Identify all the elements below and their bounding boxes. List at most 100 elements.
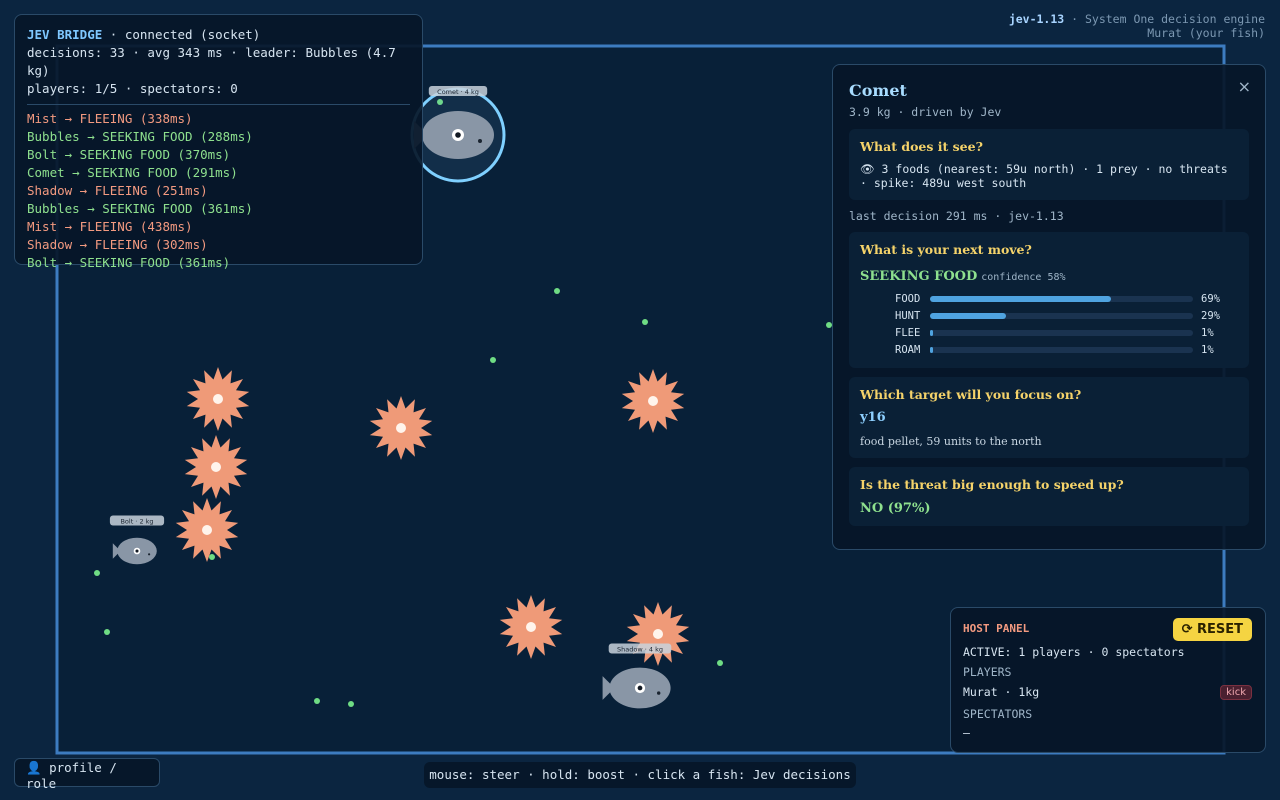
event-log-item: Bolt → SEEKING FOOD (361ms) (27, 255, 231, 270)
probability-row-hunt: HUNT 29% (895, 307, 1238, 324)
fish-pupil (135, 549, 139, 553)
controls-hint: mouse: steer · hold: boost · click a fis… (424, 762, 856, 788)
event-log-item: Shadow → FLEEING (302ms) (27, 237, 208, 252)
event-log: Mist → FLEEING (338ms) Bubbles → SEEKING … (27, 110, 410, 272)
event-log-item: Comet → SEEKING FOOD (291ms) (27, 165, 238, 180)
probability-fill (930, 329, 933, 336)
probability-value: 29% (1201, 309, 1220, 322)
event-log-item: Mist → FLEEING (438ms) (27, 219, 193, 234)
eye-icon: 👁 (860, 162, 875, 176)
last-decision: last decision 291 ms · jev-1.13 (849, 209, 1064, 223)
engine-name: · System One decision engine (1064, 12, 1265, 26)
move-decision: SEEKING FOOD (860, 269, 978, 284)
probability-label: ROAM (895, 343, 921, 356)
reset-button[interactable]: ⟳ RESET (1172, 618, 1252, 641)
fish-label: Comet · 4 kg (437, 88, 479, 96)
fish-comet[interactable]: Comet · 4 kg (410, 86, 506, 183)
target-id: y16 (860, 410, 886, 425)
probability-fill (930, 312, 1007, 319)
food-pellet (642, 319, 648, 325)
spike-core (648, 396, 658, 406)
event-log-item: Bubbles → SEEKING FOOD (288ms) (27, 129, 253, 144)
bridge-stats: decisions: 33 · avg 343 ms · leader: Bub… (27, 45, 396, 78)
target-description: food pellet, 59 units to the north (860, 435, 1042, 448)
fish-name: Comet (849, 81, 907, 100)
probability-label: FLEE (895, 326, 921, 339)
probability-track (930, 346, 1193, 353)
bridge-panel: JEV BRIDGE · connected (socket) decision… (14, 14, 423, 270)
move-card: What is your next move? SEEKING FOOD conf… (849, 232, 1249, 368)
fish-pupil (637, 685, 643, 691)
host-active: ACTIVE: 1 players · 0 spectators (963, 645, 1185, 659)
food-pellet (348, 701, 354, 707)
threat-answer: NO (97%) (860, 501, 931, 516)
fish-mouth (478, 139, 482, 143)
fish-label: Shadow · 4 kg (617, 646, 663, 654)
target-question: Which target will you focus on? (860, 387, 1082, 402)
move-confidence: confidence 58% (981, 272, 1066, 283)
event-log-item: Mist → FLEEING (338ms) (27, 111, 193, 126)
spike-core (211, 462, 221, 472)
engine-header: jev-1.13 · System One decision engine Mu… (1009, 12, 1265, 40)
spike-core (396, 423, 406, 433)
probability-row-roam: ROAM 1% (895, 341, 1238, 358)
fish-mouth (148, 553, 151, 556)
bridge-players: players: 1/5 · spectators: 0 (27, 81, 238, 96)
spike-core (653, 629, 663, 639)
probability-track (930, 329, 1193, 336)
fish-label: Bolt · 2 kg (120, 518, 153, 526)
event-log-item: Bolt → SEEKING FOOD (370ms) (27, 147, 231, 162)
probability-track (930, 312, 1193, 319)
food-pellet (717, 660, 723, 666)
probability-row-food: FOOD 69% (895, 290, 1238, 307)
fish-mouth (657, 691, 661, 695)
spike-core (202, 525, 212, 535)
vision-card: What does it see? 👁 3 foods (nearest: 59… (849, 129, 1249, 200)
divider (27, 104, 410, 105)
food-pellet (104, 629, 110, 635)
fish-pupil (455, 132, 461, 138)
user-icon: 👤 (26, 760, 42, 775)
vision-answer: 👁 3 foods (nearest: 59u north) · 1 prey … (860, 162, 1238, 190)
engine-version: jev-1.13 (1008, 12, 1065, 26)
bridge-title: JEV BRIDGE (27, 27, 103, 42)
close-icon[interactable]: × (1238, 77, 1251, 96)
food-pellet (209, 554, 215, 560)
probability-label: HUNT (895, 309, 921, 322)
spike-core (526, 622, 536, 632)
fish-subtitle: 3.9 kg · driven by Jev (849, 105, 1002, 119)
move-probabilities: FOOD 69% HUNT 29% FLEE 1% ROAM 1% (860, 290, 1238, 358)
vision-text: 3 foods (nearest: 59u north) · 1 prey · … (860, 162, 1228, 190)
target-card: Which target will you focus on? y16 food… (849, 377, 1249, 458)
event-log-item: Bubbles → SEEKING FOOD (361ms) (27, 201, 253, 216)
threat-card: Is the threat big enough to speed up? NO… (849, 467, 1249, 526)
probability-fill (930, 346, 933, 353)
player-entry: Murat · 1kg (963, 685, 1040, 699)
food-pellet (314, 698, 320, 704)
profile-role-button[interactable]: 👤 profile / role (14, 758, 160, 791)
bridge-status: · connected (socket) (102, 27, 261, 42)
current-user: Murat (your fish) (1147, 26, 1265, 40)
probability-value: 69% (1201, 292, 1220, 305)
vision-question: What does it see? (860, 139, 983, 154)
food-pellet (94, 570, 100, 576)
threat-question: Is the threat big enough to speed up? (860, 477, 1124, 492)
spectators-label: SPECTATORS (963, 707, 1033, 721)
move-decision-row: SEEKING FOOD confidence 58% (860, 265, 1238, 284)
food-pellet (490, 357, 496, 363)
spike-core (213, 394, 223, 404)
probability-row-flee: FLEE 1% (895, 324, 1238, 341)
move-question: What is your next move? (860, 242, 1032, 257)
host-panel: HOST PANEL ⟳ RESET ACTIVE: 1 players · 0… (950, 607, 1266, 753)
probability-fill (930, 295, 1112, 302)
probability-value: 1% (1201, 343, 1214, 356)
probability-value: 1% (1201, 326, 1214, 339)
players-label: PLAYERS (963, 665, 1012, 679)
food-pellet (554, 288, 560, 294)
probability-track (930, 295, 1193, 302)
kick-button[interactable]: kick (1220, 685, 1252, 700)
spectators-list: – (963, 726, 970, 740)
event-log-item: Shadow → FLEEING (251ms) (27, 183, 208, 198)
fish-details-panel: Comet × 3.9 kg · driven by Jev What does… (832, 64, 1266, 550)
probability-label: FOOD (895, 292, 921, 305)
